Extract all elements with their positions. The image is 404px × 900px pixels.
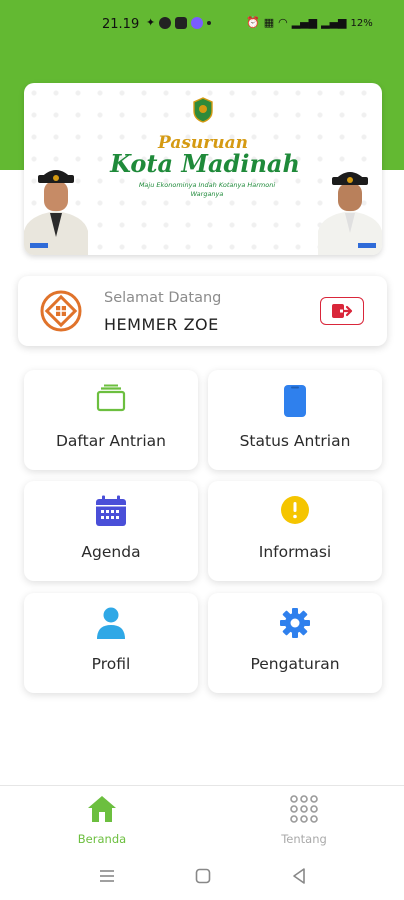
card-stack-icon	[96, 384, 126, 412]
app-logo-icon	[40, 290, 82, 332]
nav-home[interactable]: Beranda	[42, 794, 162, 846]
nav-about-label: Tentang	[281, 832, 327, 846]
battery-level: 12%	[350, 17, 373, 29]
home-icon	[88, 796, 116, 822]
wifi-icon: ◠	[278, 16, 288, 29]
menu-label: Agenda	[81, 543, 141, 561]
assistant-icon	[191, 17, 204, 29]
system-navigation-bar	[0, 850, 404, 900]
welcome-label: Selamat Datang	[104, 290, 222, 306]
nav-about[interactable]: Tentang	[244, 794, 364, 846]
menu-label: Status Antrian	[239, 432, 351, 450]
city-emblem-icon	[193, 97, 213, 123]
menu-status-antrian[interactable]: Status Antrian	[208, 370, 382, 470]
banner-title-line2: Kota Madinah	[110, 149, 300, 178]
nav-home-label: Beranda	[77, 832, 127, 846]
nfc-icon: ▦	[263, 16, 275, 29]
system-icons: ⏰ ▦ ◠ ▂▄▆ ▂▄▆ 12%	[246, 17, 373, 29]
signal2-icon: ▂▄▆	[321, 16, 347, 29]
menu-label: Pengaturan	[250, 655, 340, 673]
menu-label: Informasi	[258, 543, 332, 561]
signal-icon: ▂▄▆	[291, 16, 318, 29]
alarm-icon: ⏰	[246, 16, 260, 29]
app-icon: ✦	[146, 16, 156, 29]
grid-dots-icon	[290, 795, 318, 823]
user-name: HEMMER ZOE	[104, 315, 219, 334]
gear-icon	[280, 608, 310, 638]
user-icon	[97, 607, 125, 639]
menu-agenda[interactable]: Agenda	[24, 481, 198, 581]
recent-apps-icon[interactable]	[97, 866, 117, 886]
banner-tagline: Maju Ekonominya Indah Kotanya Harmoni Wa…	[138, 181, 276, 198]
sync-icon	[159, 17, 172, 29]
welcome-card: Selamat Datang HEMMER ZOE	[18, 276, 387, 346]
logout-button[interactable]	[320, 297, 364, 325]
official-portrait-right	[318, 172, 382, 255]
menu-informasi[interactable]: Informasi	[208, 481, 382, 581]
status-time: 21.19	[102, 17, 140, 32]
status-bar: 21.19 ✦ ⏰ ▦ ◠ ▂▄▆ ▂▄▆ 12%	[0, 0, 404, 52]
back-icon[interactable]	[289, 866, 309, 886]
youtube-icon	[175, 17, 188, 29]
menu-label: Profil	[91, 655, 131, 673]
logout-icon	[332, 304, 353, 318]
bottom-navigation: Beranda Tentang	[0, 785, 404, 850]
home-square-icon[interactable]	[193, 866, 213, 886]
info-icon	[281, 496, 309, 524]
notification-icons: ✦	[146, 16, 212, 29]
promo-banner[interactable]: Pasuruan Kota Madinah Maju Ekonominya In…	[24, 83, 382, 255]
menu-label: Daftar Antrian	[56, 432, 166, 450]
more-notifications-icon	[207, 21, 212, 25]
tablet-icon	[284, 385, 306, 417]
menu-pengaturan[interactable]: Pengaturan	[208, 593, 382, 693]
official-portrait-left	[24, 170, 88, 255]
calendar-icon	[96, 495, 126, 526]
menu-daftar-antrian[interactable]: Daftar Antrian	[24, 370, 198, 470]
menu-profil[interactable]: Profil	[24, 593, 198, 693]
